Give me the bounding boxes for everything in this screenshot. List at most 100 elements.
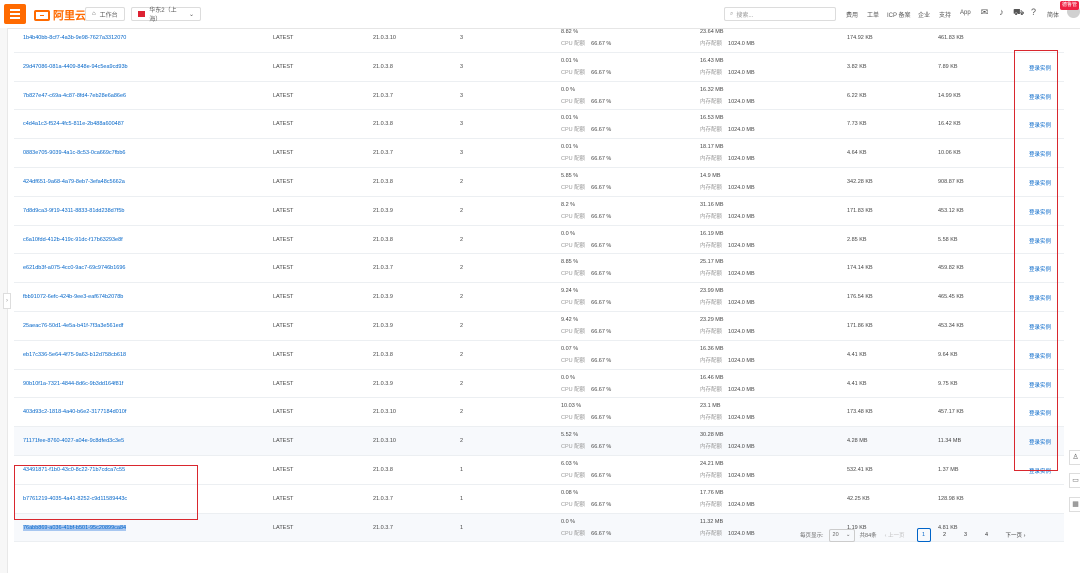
instance-id-link[interactable]: 90b10f1a-7321-4844-8d6c-9b3dd164f81f	[23, 381, 123, 387]
mem-quota-label: 内存配额	[700, 242, 723, 249]
instance-id-link[interactable]: 7b827e47-c69a-4c87-8fd4-7eb28e6a86e6	[23, 93, 126, 99]
mem-quota-value: 1024.0 MB	[728, 530, 755, 537]
cpu-quota: CPU 配额 66.67 %	[561, 125, 611, 133]
cpu-quota-label: CPU 配额	[561, 328, 586, 335]
page-button-2[interactable]: 2	[938, 528, 952, 542]
workbench-button[interactable]: ⌂ 工作台	[85, 7, 125, 21]
cpu-quota: CPU 配额 66.67 %	[561, 68, 611, 76]
mem-quota-value: 1024.0 MB	[728, 328, 755, 335]
instance-id-link[interactable]: 403d93c2-1818-4a40-b6e2-3177184d010f	[23, 409, 126, 415]
inbound-traffic-cell: 174.14 KB	[847, 265, 873, 272]
instance-id-link[interactable]: c4d4a1c3-f524-4fc5-811e-2b488a600487	[23, 121, 124, 127]
instance-id-link[interactable]: 76abb869-a036-41bf-b501-95c20899ca84	[23, 524, 127, 531]
page-button-4[interactable]: 4	[980, 528, 994, 542]
version-cell: LATEST	[273, 495, 294, 502]
nav-link-icp[interactable]: ICP 备案	[887, 10, 911, 19]
mem-usage: 14.9 MB	[700, 172, 721, 179]
next-page-button[interactable]: 下一页 ›	[1006, 531, 1026, 539]
user-tag: 德鲁管	[1060, 1, 1080, 10]
page-button-1[interactable]: 1	[916, 528, 931, 542]
build-version-cell: 21.0.3.9	[373, 207, 393, 214]
region-selector[interactable]: 华东2（上海） ⌄	[131, 7, 201, 23]
cpu-quota-label: CPU 配额	[561, 357, 586, 364]
count-cell: 3	[460, 150, 464, 157]
instance-id-link[interactable]: 25aeac76-50d1-4e5a-b41f-7f3a3e561edf	[23, 323, 123, 329]
cpu-usage: 0.0 %	[561, 86, 576, 93]
cpu-quota-label: CPU 配额	[561, 501, 586, 508]
chat-icon[interactable]: ▭	[1069, 473, 1080, 488]
cpu-quota-value: 66.67 %	[591, 328, 612, 335]
cpu-quota-label: CPU 配额	[561, 300, 586, 307]
mem-usage: 16.19 MB	[700, 230, 724, 237]
mem-quota: 内存配额 1024.0 MB	[700, 413, 755, 421]
logo[interactable]: 阿里云	[34, 7, 86, 23]
instance-id-link[interactable]: 1b4b40bb-8cf7-4a3b-9e98-7627a3312070	[23, 35, 126, 41]
prev-page-button[interactable]: ‹ 上一页	[885, 531, 905, 539]
build-version-cell: 21.0.3.8	[373, 178, 393, 185]
mem-usage: 23.64 MB	[700, 29, 724, 35]
mem-quota-value: 1024.0 MB	[728, 213, 755, 220]
cpu-quota-value: 66.67 %	[591, 530, 612, 537]
per-page-select[interactable]: 20 ⌄	[828, 528, 855, 542]
instance-id-link[interactable]: 71171fee-8760-4027-a04e-9c8dfed3c3e5	[23, 438, 124, 444]
version-cell: LATEST	[273, 35, 294, 41]
nav-link-app[interactable]: App	[960, 10, 971, 16]
bell-icon[interactable]: ♪	[997, 8, 1006, 17]
instance-id-link[interactable]: 424df651-9a68-4a79-8eb7-3efa48c5662a	[23, 179, 125, 185]
build-version-cell: 21.0.3.8	[373, 63, 393, 70]
build-version-cell: 21.0.3.7	[373, 92, 393, 99]
nav-link-ticket[interactable]: 工单	[867, 10, 879, 19]
mem-usage: 25.17 MB	[700, 259, 724, 266]
nav-link-lang[interactable]: 简体	[1047, 10, 1059, 19]
table-row: fbb91072-6efc-424b-9ee3-eaf674b2078b LAT…	[14, 283, 1064, 312]
collapse-handle-icon[interactable]: ›	[3, 293, 11, 309]
mem-quota: 内存配额 1024.0 MB	[700, 327, 755, 335]
count-cell: 1	[460, 495, 464, 502]
mem-quota: 内存配额 1024.0 MB	[700, 183, 755, 191]
mem-quota-label: 内存配额	[700, 69, 723, 76]
instance-id-link[interactable]: fbb91072-6efc-424b-9ee3-eaf674b2078b	[23, 294, 123, 300]
instance-id-link[interactable]: e621db3f-a075-4cc0-9ac7-69c9746b1696	[23, 265, 125, 271]
instance-id-link[interactable]: 0883e705-9039-4a1c-8c53-0ca669c7fbb6	[23, 150, 125, 156]
workbench-label: 工作台	[99, 12, 118, 19]
nav-link-billing[interactable]: 费用	[846, 10, 858, 19]
message-icon[interactable]: ✉	[980, 8, 989, 17]
menu-icon[interactable]	[4, 4, 26, 24]
mem-usage: 11.32 MB	[700, 518, 724, 525]
mem-quota-label: 内存配额	[700, 41, 723, 47]
nav-link-enterprise[interactable]: 企业	[918, 10, 930, 19]
cpu-quota-label: CPU 配额	[561, 271, 586, 278]
outbound-traffic-cell: 1.37 MB	[938, 466, 959, 473]
count-cell: 3	[460, 35, 464, 41]
instance-id-link[interactable]: eb17c336-5e64-4f75-9a63-b12d758cb618	[23, 352, 126, 358]
feedback-icon[interactable]: ♙	[1069, 450, 1080, 465]
help-icon[interactable]: ?	[1029, 8, 1038, 17]
per-page-value: 20	[832, 532, 839, 538]
mem-quota: 内存配额 1024.0 MB	[700, 97, 755, 105]
count-cell: 2	[460, 207, 464, 214]
grid-icon[interactable]: ▦	[1069, 497, 1080, 512]
cpu-quota-value: 66.67 %	[591, 98, 612, 105]
count-cell: 3	[460, 63, 464, 70]
count-cell: 3	[460, 92, 464, 99]
mem-quota: 内存配额 1024.0 MB	[700, 471, 755, 479]
table-row: 403d93c2-1818-4a40-b6e2-3177184d010f LAT…	[14, 398, 1064, 428]
page-button-3[interactable]: 3	[959, 528, 973, 542]
instance-id-link[interactable]: 7d8d9ca3-9f19-4311-8833-81dd238d7f5b	[23, 208, 124, 214]
instance-id-link[interactable]: c6a10fdd-412b-419c-91dc-f17b63293e8f	[23, 237, 123, 243]
version-cell: LATEST	[273, 121, 294, 128]
mem-quota-value: 1024.0 MB	[728, 156, 755, 163]
build-version-cell: 21.0.3.8	[373, 466, 393, 473]
mem-quota: 内存配额 1024.0 MB	[700, 500, 755, 508]
nav-link-support[interactable]: 支持	[939, 10, 951, 19]
mem-quota-label: 内存配额	[700, 357, 723, 364]
cpu-quota-value: 66.67 %	[591, 444, 612, 451]
cpu-usage: 5.85 %	[561, 172, 579, 179]
cpu-quota-label: CPU 配额	[561, 242, 586, 249]
outbound-traffic-cell: 459.82 KB	[938, 265, 964, 272]
cart-icon[interactable]: ⛟	[1013, 8, 1024, 17]
cpu-quota: CPU 配额 66.67 %	[561, 442, 611, 450]
search-input[interactable]: ⌕ 搜索...	[724, 7, 836, 21]
instance-id-link[interactable]: 29d47086-081a-4409-848e-94c5ea9cd93b	[23, 64, 128, 70]
cpu-usage: 0.0 %	[561, 230, 576, 237]
